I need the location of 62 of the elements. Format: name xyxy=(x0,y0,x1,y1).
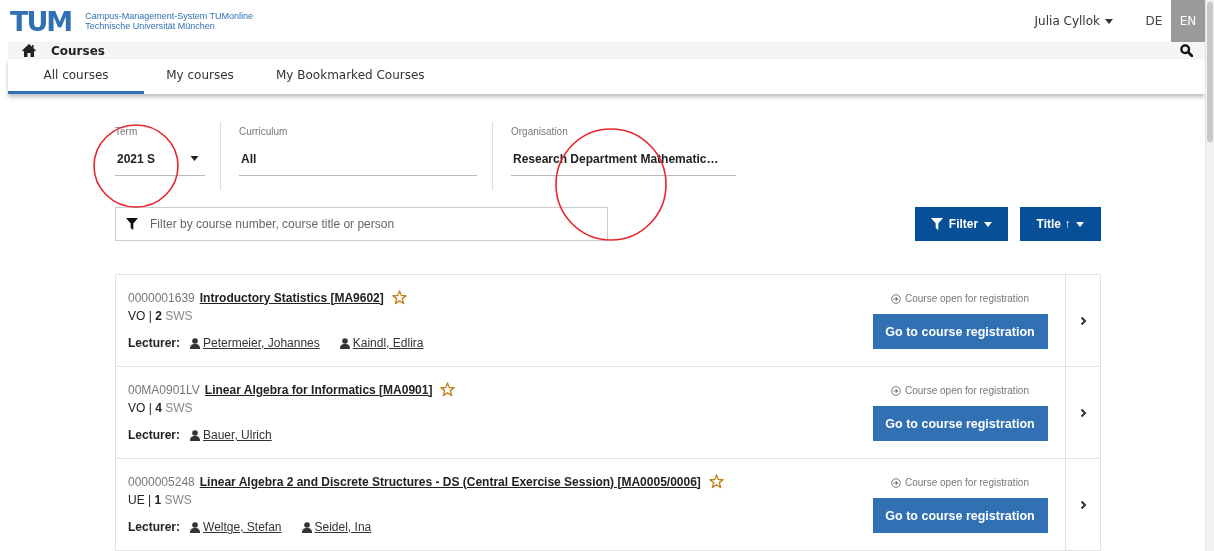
chevron-icon xyxy=(1079,499,1087,510)
course-number: 0000005248 xyxy=(128,474,195,489)
lecturer-label: Lecturer: xyxy=(128,428,180,442)
field-label: Organisation xyxy=(511,126,569,139)
enter-icon xyxy=(891,385,901,396)
caret-icon xyxy=(1105,18,1113,24)
search-icon[interactable] xyxy=(1180,44,1193,57)
star-icon[interactable] xyxy=(440,382,456,397)
registration-status: Course open for registration xyxy=(905,385,1029,396)
star-icon[interactable] xyxy=(391,290,407,305)
tab[interactable]: My Bookmarked Courses xyxy=(256,59,445,94)
course-number: 00MA0901LV xyxy=(128,382,200,397)
filter-icon xyxy=(126,218,138,230)
registration-button[interactable]: Go to course registration xyxy=(872,314,1048,349)
registration-button[interactable]: Go to course registration xyxy=(872,498,1048,533)
caret-icon xyxy=(984,221,993,227)
lecturer-link[interactable]: Bauer, Ulrich xyxy=(203,428,272,442)
course-title-link[interactable]: Linear Algebra 2 and Discrete Structures - DS (Central Exercise Session) [MA0005/0006] xyxy=(199,474,701,489)
filter-button[interactable]: Filter xyxy=(915,207,1008,241)
lecturer-link[interactable]: Seidel, Ina xyxy=(314,520,372,534)
chevron-icon xyxy=(1079,407,1087,418)
lecturer-link[interactable]: Kaindl, Edlira xyxy=(352,336,424,350)
input-field[interactable]: All xyxy=(239,146,477,176)
chevron-icon xyxy=(1079,315,1087,326)
page-title: Courses xyxy=(51,43,105,58)
filter-icon xyxy=(930,218,943,230)
tab[interactable]: My courses xyxy=(144,59,256,94)
course-type: UE | 1 SWS xyxy=(128,493,193,507)
user-menu[interactable]: Julia Cyllok xyxy=(1034,14,1113,28)
course-title-link[interactable]: Linear Algebra for Informatics [MA0901] xyxy=(204,382,433,397)
lecturer-label: Lecturer: xyxy=(128,336,180,350)
enter-icon xyxy=(891,477,901,488)
registration-status: Course open for registration xyxy=(905,293,1029,304)
registration-button[interactable]: Go to course registration xyxy=(872,406,1048,441)
lecturer-link[interactable]: Petermeier, Johannes xyxy=(203,336,320,350)
course-title-link[interactable]: Introductory Statistics [MA9602] xyxy=(199,290,384,305)
person-icon xyxy=(339,337,350,349)
course-type: VO | 2 SWS xyxy=(128,309,194,323)
enter-icon xyxy=(891,293,901,304)
field-label: Curriculum xyxy=(239,126,289,139)
logo[interactable]: TUM xyxy=(10,7,72,35)
star-icon[interactable] xyxy=(708,474,724,489)
field-label: Term xyxy=(115,126,139,139)
registration-status: Course open for registration xyxy=(905,477,1029,488)
person-icon xyxy=(190,521,200,533)
system-name: Campus-Management-System TUMonline xyxy=(85,11,254,21)
university-name: Technische Universität München xyxy=(85,21,216,31)
home-icon[interactable] xyxy=(22,44,36,57)
tab[interactable]: All courses xyxy=(8,59,144,94)
search-field[interactable]: Filter by course number, course title or person xyxy=(115,207,608,241)
lecturer-link[interactable]: Weltge, Stefan xyxy=(203,520,282,534)
sort-button[interactable]: Title ↑ xyxy=(1020,207,1101,241)
dropdown-field[interactable]: 2021 S xyxy=(115,146,205,176)
person-icon xyxy=(190,429,200,441)
caret-icon xyxy=(190,156,199,161)
person-icon xyxy=(190,337,200,349)
person-icon xyxy=(301,521,312,533)
course-number: 0000001639 xyxy=(128,290,195,305)
course-type: VO | 4 SWS xyxy=(128,401,194,415)
caret-icon xyxy=(1076,221,1085,227)
language-button[interactable]: DE xyxy=(1137,0,1171,42)
lecturer-label: Lecturer: xyxy=(128,520,180,534)
